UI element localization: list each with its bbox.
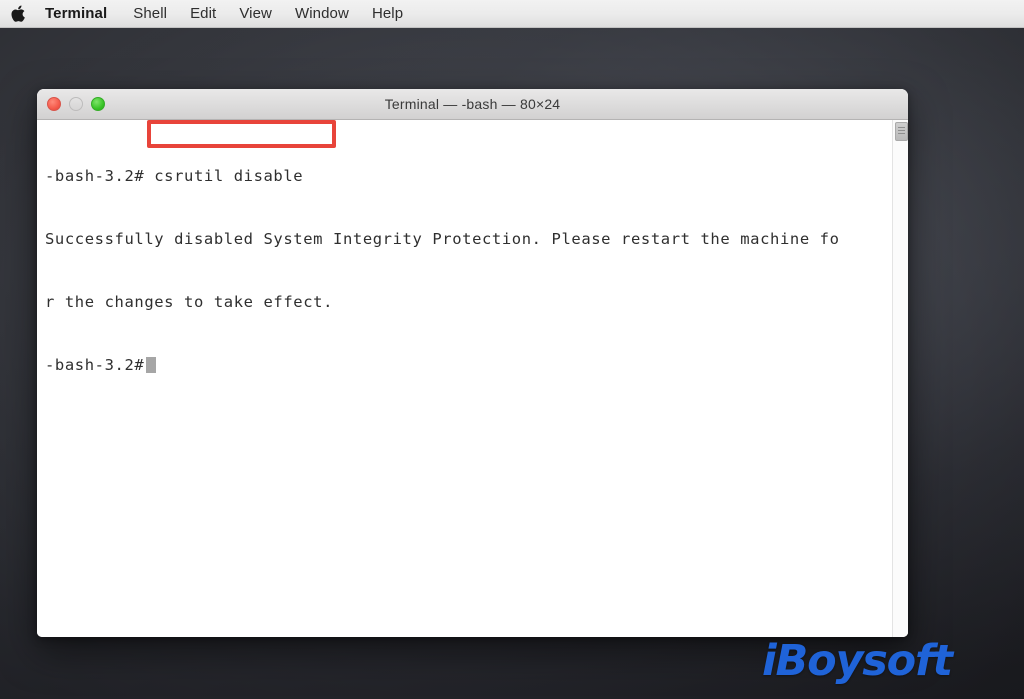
terminal-prompt: -bash-3.2# <box>45 356 145 374</box>
menu-item-help[interactable]: Help <box>372 5 403 22</box>
menu-bar: Terminal Shell Edit View Window Help <box>0 0 1024 28</box>
terminal-line: r the changes to take effect. <box>45 293 334 311</box>
window-controls <box>47 89 105 119</box>
text-cursor <box>146 357 157 373</box>
screenshot-root: Terminal Shell Edit View Window Help Ter… <box>0 0 1024 699</box>
maximize-button[interactable] <box>91 97 105 111</box>
terminal-title: Terminal — -bash — 80×24 <box>384 96 561 112</box>
terminal-scrollbar[interactable] <box>892 120 908 637</box>
terminal-title-bar[interactable]: Terminal — -bash — 80×24 <box>37 89 908 120</box>
terminal-line: Successfully disabled System Integrity P… <box>45 230 840 248</box>
menu-item-terminal[interactable]: Terminal <box>45 5 107 22</box>
terminal-line-prompt: -bash-3.2# <box>45 355 882 376</box>
menu-item-view[interactable]: View <box>239 5 272 22</box>
terminal-content-area[interactable]: -bash-3.2# csrutil disable Successfully … <box>37 120 908 637</box>
menu-item-shell[interactable]: Shell <box>133 5 167 22</box>
minimize-button[interactable] <box>69 97 83 111</box>
iboysoft-watermark: iBoysoft <box>762 636 953 686</box>
apple-logo-icon[interactable] <box>10 4 27 24</box>
terminal-line: -bash-3.2# csrutil disable <box>45 167 304 185</box>
terminal-window: Terminal — -bash — 80×24 -bash-3.2# csru… <box>37 89 908 637</box>
close-button[interactable] <box>47 97 61 111</box>
menu-item-window[interactable]: Window <box>295 5 349 22</box>
terminal-output: -bash-3.2# csrutil disable Successfully … <box>45 124 882 418</box>
menu-item-edit[interactable]: Edit <box>190 5 216 22</box>
terminal-scrollbar-thumb[interactable] <box>895 122 908 141</box>
